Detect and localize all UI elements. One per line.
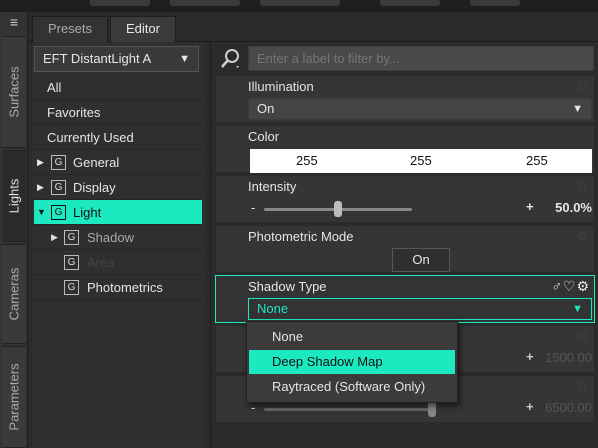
property-title: Illumination <box>248 79 314 94</box>
increment-icon[interactable]: + <box>526 349 534 364</box>
list-item-label: Currently Used <box>47 130 134 145</box>
tab-surfaces-label: Surfaces <box>6 66 22 118</box>
expand-arrow-icon[interactable]: ▶ <box>51 225 58 250</box>
top-tab-bar: Presets Editor <box>28 12 598 42</box>
shadow-type-dropdown[interactable]: None ▼ <box>248 298 592 320</box>
tab-lights-label: Lights <box>6 178 22 214</box>
filter-input[interactable] <box>248 46 594 71</box>
list-item-label: All <box>47 80 62 95</box>
color-swatch-field[interactable]: 255 255 255 <box>250 149 592 173</box>
menu-item-none[interactable]: None <box>249 325 455 349</box>
shadow-type-value: None <box>257 301 289 316</box>
group-icon: G <box>64 255 79 270</box>
illumination-value: On <box>257 101 275 116</box>
property-title: Shadow Type <box>248 279 327 294</box>
property-title: Color <box>248 129 280 144</box>
tab-surfaces[interactable]: Surfaces <box>2 36 26 148</box>
gear-icon[interactable]: ⚙ <box>576 179 588 195</box>
group-label: General <box>73 155 120 170</box>
group-label: Display <box>73 180 116 195</box>
tab-presets[interactable]: Presets <box>32 16 108 42</box>
node-selector-value: EFT DistantLight A <box>43 51 152 66</box>
chevron-down-icon: ▼ <box>572 303 583 315</box>
node-selector-dropdown[interactable]: EFT DistantLight A ▼ <box>34 46 199 72</box>
property-shadow-type: Shadow Type ♂♡⚙ None ▼ <box>215 275 595 323</box>
gear-icon[interactable]: ⚙ <box>576 329 588 345</box>
property-action-icons[interactable]: ♂♡⚙ <box>551 278 590 295</box>
group-label: Shadow <box>87 230 134 245</box>
slider-value[interactable]: 1500.00 <box>545 350 592 365</box>
group-light[interactable]: ▼ G Light <box>34 200 202 225</box>
property-group-panel: EFT DistantLight A ▼ All Favorites Curre… <box>32 42 205 448</box>
group-label: Photometrics <box>87 280 163 295</box>
collapse-arrow-icon[interactable]: ▼ <box>37 200 46 225</box>
expand-arrow-icon[interactable]: ▶ <box>37 175 44 200</box>
search-icon[interactable] <box>219 47 245 71</box>
group-icon: G <box>51 205 66 220</box>
property-title: Intensity <box>248 179 297 194</box>
photometric-mode-toggle[interactable]: On <box>392 248 450 272</box>
intensity-value[interactable]: 50.0% <box>555 200 592 215</box>
group-general[interactable]: ▶ G General <box>34 150 202 175</box>
shadow-type-menu: None Deep Shadow Map Raytraced (Software… <box>246 321 458 403</box>
slider-value[interactable]: 6500.00 <box>545 400 592 415</box>
gear-icon[interactable]: ⚙ <box>576 79 588 95</box>
property-intensity: Intensity ⚙ - + 50.0% <box>215 175 595 223</box>
group-shadow[interactable]: ▶ G Shadow <box>34 225 202 250</box>
list-item-favorites[interactable]: Favorites <box>34 100 202 125</box>
increment-icon[interactable]: + <box>526 399 534 414</box>
group-icon: G <box>64 280 79 295</box>
side-tab-bar: ≡ Surfaces Lights Cameras Parameters <box>0 12 28 448</box>
property-color: Color 255 255 255 <box>215 125 595 173</box>
tab-cameras[interactable]: Cameras <box>2 244 26 344</box>
slider-knob[interactable] <box>428 401 436 417</box>
chevron-down-icon: ▼ <box>179 53 190 65</box>
filter-bar <box>215 45 595 73</box>
group-photometrics[interactable]: G Photometrics <box>34 275 202 300</box>
color-red-value[interactable]: 255 <box>296 153 318 168</box>
list-item-currently-used[interactable]: Currently Used <box>34 125 202 150</box>
list-item-all[interactable]: All <box>34 75 202 100</box>
chevron-down-icon: ▼ <box>572 103 583 115</box>
tab-parameters[interactable]: Parameters <box>2 346 26 448</box>
menu-item-raytraced[interactable]: Raytraced (Software Only) <box>249 375 455 399</box>
group-label: Area <box>87 255 115 270</box>
intensity-slider[interactable]: - + 50.0% <box>248 198 592 220</box>
property-photometric-mode: Photometric Mode ⚙ On <box>215 225 595 273</box>
increment-icon[interactable]: + <box>526 199 534 214</box>
tab-lights[interactable]: Lights <box>2 150 26 242</box>
list-item-label: Favorites <box>47 105 101 120</box>
group-label: Light <box>73 205 102 220</box>
group-area[interactable]: G Area <box>34 250 202 275</box>
tab-editor[interactable]: Editor <box>110 16 176 42</box>
illumination-dropdown[interactable]: On ▼ <box>248 98 592 120</box>
slider-knob[interactable] <box>334 201 342 217</box>
top-toolbar-strip <box>0 0 598 12</box>
expand-arrow-icon[interactable]: ▶ <box>37 150 44 175</box>
decrement-icon[interactable]: - <box>251 200 255 215</box>
property-illumination: Illumination ⚙ On ▼ <box>215 75 595 123</box>
group-icon: G <box>51 180 66 195</box>
slider-track[interactable] <box>264 408 432 411</box>
tab-cameras-label: Cameras <box>6 267 22 321</box>
gear-icon[interactable]: ⚙ <box>576 229 588 245</box>
group-icon: G <box>64 230 79 245</box>
menu-item-deep-shadow-map[interactable]: Deep Shadow Map <box>249 350 455 374</box>
pane-menu-icon[interactable]: ≡ <box>2 12 26 34</box>
tab-parameters-label: Parameters <box>6 363 22 431</box>
gear-icon[interactable]: ⚙ <box>576 379 588 395</box>
property-title: Photometric Mode <box>248 229 354 244</box>
group-display[interactable]: ▶ G Display <box>34 175 202 200</box>
group-icon: G <box>51 155 66 170</box>
color-blue-value[interactable]: 255 <box>526 153 548 168</box>
color-green-value[interactable]: 255 <box>410 153 432 168</box>
